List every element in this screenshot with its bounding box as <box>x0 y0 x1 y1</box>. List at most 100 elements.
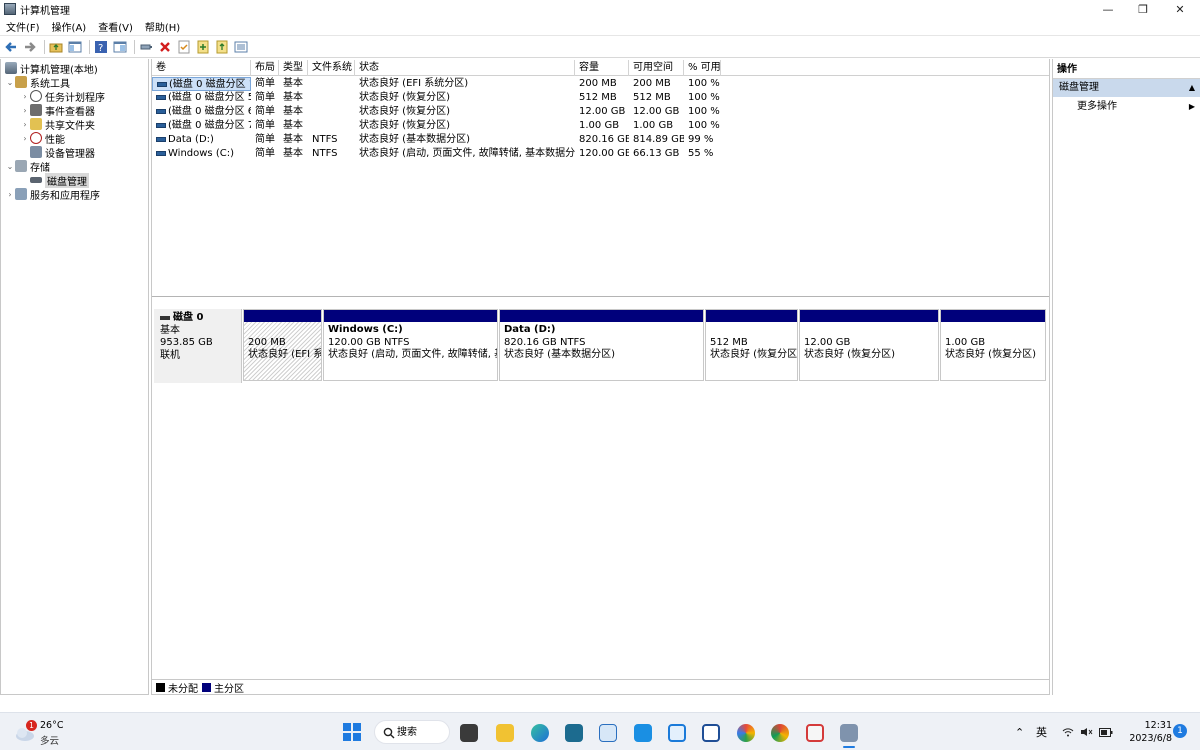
color-app-icon[interactable] <box>737 724 755 742</box>
menu-help[interactable]: 帮助(H) <box>139 19 186 34</box>
col-capacity[interactable]: 容量 <box>575 60 629 76</box>
menu-view[interactable]: 查看(V) <box>92 19 139 34</box>
cell-layout: 简单 <box>255 78 275 89</box>
menu-action[interactable]: 操作(A) <box>46 19 93 34</box>
partition-size: 820.16 GB NTFS <box>504 336 586 348</box>
tree-item-shared-folders[interactable]: › 共享文件夹 <box>20 117 95 132</box>
computer-management-taskbar-icon[interactable] <box>840 724 858 742</box>
check-icon[interactable] <box>176 39 192 55</box>
partition-block[interactable]: Windows (C:) 120.00 GB NTFS 状态良好 (启动, 页面文件… <box>323 309 498 381</box>
show-hidden-icons[interactable]: ⌃ <box>1015 713 1024 750</box>
partition-size: 1.00 GB <box>945 336 986 348</box>
actions-header: 操作 <box>1053 61 1200 79</box>
maximize-button[interactable]: ❐ <box>1125 0 1161 18</box>
tree-item-storage[interactable]: ⌄ 存储 <box>5 159 50 174</box>
help-icon[interactable]: ? <box>93 39 109 55</box>
chevron-up-icon[interactable]: ⌃ <box>1015 726 1024 739</box>
store-icon[interactable] <box>565 724 583 742</box>
computer-management-app-icon <box>4 3 16 15</box>
chrome-icon[interactable] <box>771 724 789 742</box>
col-percent-free[interactable]: % 可用 <box>684 60 721 76</box>
chevron-right-icon[interactable]: › <box>5 190 15 199</box>
windows-start-icon[interactable] <box>343 723 361 741</box>
chevron-right-icon[interactable]: › <box>20 106 30 115</box>
cell-layout: 简单 <box>255 106 275 117</box>
table-row[interactable]: Data (D:) 简单 基本 NTFS 状态良好 (基本数据分区) 820.16 GB 8… <box>152 133 721 147</box>
table-row[interactable]: (磁盘 0 磁盘分区 7) 简单 基本 状态良好 (恢复分区) 1.00 GB 1.00 … <box>152 119 721 133</box>
cell-status: 状态良好 (启动, 页面文件, 故障转储, 基本数据分区) <box>359 148 575 159</box>
partition-block[interactable]: 12.00 GB 状态良好 (恢复分区) <box>799 309 939 381</box>
close-button[interactable]: ✕ <box>1162 0 1198 18</box>
tree-item-computer-management[interactable]: 计算机管理(本地) <box>5 61 98 76</box>
view-icon[interactable] <box>233 39 249 55</box>
tree-item-services-apps[interactable]: › 服务和应用程序 <box>5 187 100 202</box>
word-icon[interactable] <box>702 724 720 742</box>
disk-info[interactable]: 磁盘 0 基本 953.85 GB 联机 <box>154 309 242 383</box>
tree-item-task-scheduler[interactable]: › 任务计划程序 <box>20 89 105 104</box>
svg-text:?: ? <box>98 43 103 54</box>
clock[interactable]: 12:31 2023/6/8 <box>1118 719 1172 745</box>
minimize-button[interactable]: — <box>1090 0 1126 18</box>
partition-block[interactable]: Data (D:) 820.16 GB NTFS 状态良好 (基本数据分区) <box>499 309 704 381</box>
cell-volume: Windows (C:) <box>152 147 251 161</box>
disk-icon <box>30 177 42 183</box>
connect-icon[interactable] <box>138 39 154 55</box>
col-type[interactable]: 类型 <box>279 60 308 76</box>
tree-item-system-tools[interactable]: ⌄ 系统工具 <box>5 75 70 90</box>
chevron-right-icon[interactable]: › <box>20 120 30 129</box>
partition-block[interactable]: 1.00 GB 状态良好 (恢复分区) <box>940 309 1046 381</box>
edge-browser-icon[interactable] <box>531 724 549 742</box>
table-row[interactable]: (磁盘 0 磁盘分区 1) 简单 基本 状态良好 (EFI 系统分区) 200 MB 20… <box>152 77 721 91</box>
delete-icon[interactable] <box>157 39 173 55</box>
title-bar: 计算机管理 <box>0 0 1200 18</box>
actions-section-disk-management[interactable]: 磁盘管理 ▲ <box>1053 79 1200 97</box>
chevron-right-icon[interactable]: › <box>20 92 30 101</box>
table-row[interactable]: (磁盘 0 磁盘分区 5) 简单 基本 状态良好 (恢复分区) 512 MB 512 MB… <box>152 91 721 105</box>
mail-icon[interactable] <box>634 724 652 742</box>
weather-widget[interactable]: 1 26°C 多云 <box>14 718 104 747</box>
up-folder-icon[interactable] <box>48 39 64 55</box>
app-icon[interactable] <box>668 724 686 742</box>
col-filesystem[interactable]: 文件系统 <box>308 60 355 76</box>
properties-icon[interactable] <box>112 39 128 55</box>
chevron-up-icon[interactable]: ▲ <box>1189 79 1195 97</box>
tree-item-event-viewer[interactable]: › 事件查看器 <box>20 103 95 118</box>
performance-icon <box>30 132 42 144</box>
open-folder-icon[interactable] <box>214 39 230 55</box>
notification-badge[interactable]: 1 <box>1173 724 1187 738</box>
volume-muted-icon[interactable] <box>1080 713 1093 750</box>
task-view-icon[interactable] <box>460 724 478 742</box>
table-row[interactable]: Windows (C:) 简单 基本 NTFS 状态良好 (启动, 页面文件, 故障转储… <box>152 147 721 161</box>
chevron-right-icon[interactable]: › <box>20 134 30 143</box>
tree-item-device-manager[interactable]: 设备管理器 <box>30 145 95 160</box>
volume-list: 卷 布局 类型 文件系统 状态 容量 可用空间 % 可用 (磁盘 0 磁盘分区 … <box>152 59 1049 297</box>
col-layout[interactable]: 布局 <box>251 60 279 76</box>
cell-capacity: 12.00 GB <box>579 106 626 117</box>
remote-desktop-icon[interactable] <box>599 724 617 742</box>
snipping-tool-icon[interactable] <box>806 724 824 742</box>
tree-item-disk-management[interactable]: 磁盘管理 <box>30 172 89 188</box>
more-actions[interactable]: 更多操作 ▶ <box>1053 99 1200 115</box>
taskbar-search[interactable]: 搜索 <box>374 720 450 744</box>
back-arrow-icon[interactable] <box>3 39 19 55</box>
input-language[interactable]: 英 <box>1036 713 1047 750</box>
show-hide-tree-icon[interactable] <box>67 39 83 55</box>
partition-details: 1.00 GB 状态良好 (恢复分区) <box>941 322 1045 380</box>
partition-block[interactable]: 512 MB 状态良好 (恢复分区) <box>705 309 798 381</box>
col-volume[interactable]: 卷 <box>152 60 251 76</box>
forward-arrow-icon[interactable] <box>22 39 38 55</box>
battery-icon[interactable] <box>1099 713 1113 750</box>
file-explorer-icon[interactable] <box>496 724 514 742</box>
tree-item-performance[interactable]: › 性能 <box>20 131 65 146</box>
chevron-down-icon[interactable]: ⌄ <box>5 162 15 171</box>
menu-file[interactable]: 文件(F) <box>0 19 46 34</box>
new-folder-icon[interactable] <box>195 39 211 55</box>
table-row[interactable]: (磁盘 0 磁盘分区 6) 简单 基本 状态良好 (恢复分区) 12.00 GB 12.0… <box>152 105 721 119</box>
volume-icon <box>157 81 167 87</box>
partition-block[interactable]: 200 MB状态良好 (EFI 系统分区) <box>243 309 322 381</box>
col-status[interactable]: 状态 <box>355 60 575 76</box>
cell-volume: (磁盘 0 磁盘分区 5) <box>152 91 251 105</box>
col-free-space[interactable]: 可用空间 <box>629 60 684 76</box>
wifi-icon[interactable] <box>1062 713 1074 750</box>
chevron-down-icon[interactable]: ⌄ <box>5 78 15 87</box>
